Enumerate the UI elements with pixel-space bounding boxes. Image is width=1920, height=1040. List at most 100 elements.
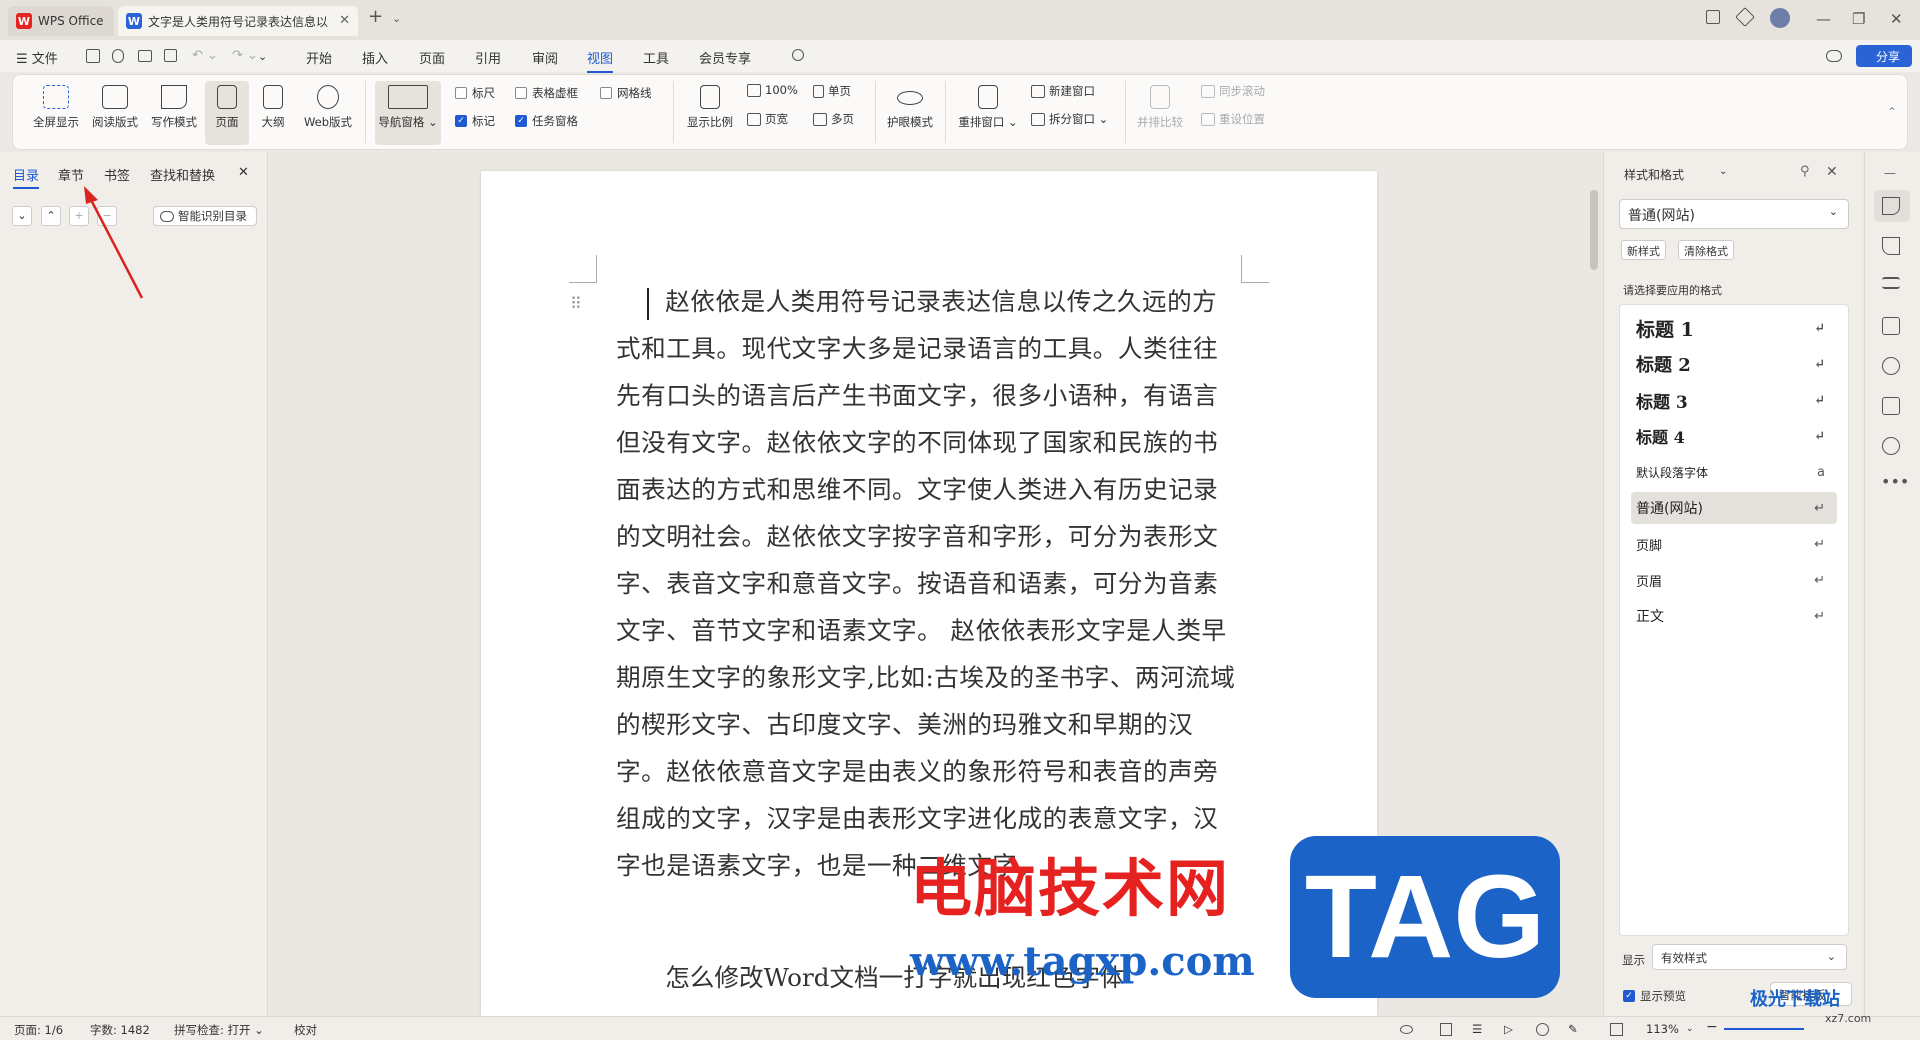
clear-format-button[interactable]: 清除格式 bbox=[1678, 240, 1734, 260]
file-menu[interactable]: ☰ 文件 bbox=[16, 48, 58, 67]
collapse-button[interactable]: ⌄ bbox=[12, 206, 32, 226]
task-pane-checkbox[interactable]: ✓ 任务窗格 bbox=[515, 113, 578, 129]
split-window-button[interactable]: 拆分窗口 ⌄ bbox=[1031, 111, 1108, 127]
single-page-button[interactable]: 单页 bbox=[813, 83, 851, 99]
menu-insert[interactable]: 插入 bbox=[362, 48, 388, 67]
page-indicator[interactable]: 页面: 1/6 bbox=[14, 1022, 63, 1038]
close-pane-icon[interactable]: ✕ bbox=[1826, 164, 1838, 180]
new-window-button[interactable]: 新建窗口 bbox=[1031, 83, 1095, 99]
style-heading-1[interactable]: 标题 1 ↵ bbox=[1631, 312, 1837, 344]
menu-review[interactable]: 审阅 bbox=[532, 48, 558, 67]
zoom-level[interactable]: 113% bbox=[1646, 1022, 1679, 1036]
ribbon-collapse-icon[interactable]: ⌃ bbox=[1887, 105, 1897, 119]
zoom-100-button[interactable]: 100% bbox=[747, 83, 798, 97]
collapse-icon[interactable]: — bbox=[1884, 166, 1896, 180]
current-style-select[interactable]: 普通(网站) ⌄ bbox=[1619, 199, 1849, 229]
print-icon[interactable] bbox=[138, 50, 152, 62]
menu-view[interactable]: 视图 bbox=[587, 48, 614, 73]
menu-page[interactable]: 页面 bbox=[419, 48, 445, 67]
tab-toc[interactable]: 目录 bbox=[13, 165, 40, 189]
proofread-button[interactable]: 校对 bbox=[294, 1022, 317, 1038]
avatar[interactable] bbox=[1770, 8, 1790, 28]
menu-member[interactable]: 会员专享 bbox=[699, 48, 751, 67]
close-pane-icon[interactable]: ✕ bbox=[238, 165, 249, 180]
scrollbar-thumb[interactable] bbox=[1590, 190, 1598, 270]
chevron-down-icon[interactable]: ⌄ bbox=[1686, 1024, 1694, 1034]
style-normal-web[interactable]: 普通(网站) ↵ bbox=[1631, 492, 1837, 524]
eye-care-button[interactable]: 护眼模式 bbox=[881, 81, 939, 130]
menu-home[interactable]: 开始 bbox=[306, 48, 332, 67]
tools-icon[interactable] bbox=[1882, 357, 1900, 375]
save-icon[interactable] bbox=[86, 49, 100, 63]
expand-button[interactable]: ⌃ bbox=[41, 206, 61, 226]
search-icon[interactable] bbox=[792, 49, 804, 61]
share-button[interactable]: 分享 bbox=[1856, 45, 1912, 67]
ruler-checkbox[interactable]: 标尺 bbox=[455, 85, 495, 101]
cloud-icon[interactable] bbox=[1826, 50, 1842, 62]
adjust-sliders-icon[interactable] bbox=[1882, 277, 1900, 289]
show-preview-checkbox[interactable]: ✓ 显示预览 bbox=[1623, 988, 1686, 1004]
play-icon[interactable]: ▷ bbox=[1504, 1022, 1513, 1036]
more-icon[interactable]: ••• bbox=[1881, 472, 1909, 491]
reset-position-button[interactable]: 重设位置 bbox=[1201, 111, 1265, 127]
style-heading-3[interactable]: 标题 3 ↵ bbox=[1631, 384, 1837, 416]
style-footer[interactable]: 页脚 ↵ bbox=[1631, 528, 1837, 560]
style-pen-icon[interactable] bbox=[1882, 197, 1900, 215]
zoom-out-icon[interactable]: − bbox=[1706, 1019, 1718, 1035]
page-width-button[interactable]: 页宽 bbox=[747, 111, 788, 127]
page-view-button[interactable]: 页面 bbox=[205, 81, 249, 145]
print-preview-icon[interactable] bbox=[164, 49, 177, 62]
tab-document[interactable]: W 文字是人类用符号记录表达信息以 ✕ bbox=[118, 6, 358, 36]
spell-check-toggle[interactable]: 拼写检查: 打开 ⌄ bbox=[174, 1022, 264, 1038]
fit-page-icon[interactable] bbox=[1610, 1023, 1623, 1036]
layout-icon[interactable] bbox=[1706, 10, 1720, 24]
more-chevron-icon[interactable]: ⌄ bbox=[258, 50, 267, 63]
minimize-button[interactable]: — bbox=[1816, 10, 1831, 28]
page-view-icon[interactable] bbox=[1440, 1023, 1452, 1036]
link-icon[interactable] bbox=[112, 49, 124, 63]
pen-icon[interactable]: ✎ bbox=[1568, 1022, 1578, 1036]
new-style-button[interactable]: 新样式 bbox=[1621, 240, 1666, 260]
help-icon[interactable] bbox=[1882, 437, 1900, 455]
nav-pane-button[interactable]: 导航窗格 ⌄ bbox=[375, 81, 441, 145]
style-heading-4[interactable]: 标题 4 ↵ bbox=[1631, 420, 1837, 452]
multi-page-button[interactable]: 多页 bbox=[813, 111, 854, 127]
style-body-text[interactable]: 正文 ↵ bbox=[1631, 600, 1837, 632]
globe-icon[interactable] bbox=[1536, 1023, 1549, 1036]
writing-mode-button[interactable]: 写作模式 bbox=[145, 81, 203, 130]
style-header[interactable]: 页眉 ↵ bbox=[1631, 564, 1837, 596]
outline-view-icon[interactable]: ☰ bbox=[1472, 1022, 1482, 1036]
undo-icon[interactable]: ↶ ⌄ bbox=[192, 48, 218, 63]
chevron-down-icon[interactable]: ⌄ bbox=[1719, 166, 1727, 177]
web-layout-button[interactable]: Web版式 bbox=[299, 81, 357, 130]
style-default-font[interactable]: 默认段落字体 a bbox=[1631, 456, 1837, 488]
fullscreen-button[interactable]: 全屏显示 bbox=[27, 81, 85, 130]
format-painter-icon[interactable] bbox=[1882, 317, 1900, 335]
tab-wps-home[interactable]: W WPS Office bbox=[8, 6, 114, 36]
zoom-button[interactable]: 显示比例 bbox=[681, 81, 739, 130]
menu-tools[interactable]: 工具 bbox=[643, 48, 669, 67]
marks-checkbox[interactable]: ✓ 标记 bbox=[455, 113, 495, 129]
table-grid-checkbox[interactable]: 表格虚框 bbox=[515, 85, 578, 101]
close-tab-icon[interactable]: ✕ bbox=[339, 13, 350, 28]
tab-list-button[interactable]: ⌄ bbox=[392, 12, 401, 25]
redo-icon[interactable]: ↷ ⌄ bbox=[232, 48, 258, 63]
pin-icon[interactable]: ⚲ bbox=[1800, 164, 1810, 179]
reading-mode-button[interactable]: 阅读版式 bbox=[86, 81, 144, 130]
style-heading-2[interactable]: 标题 2 ↵ bbox=[1631, 348, 1837, 380]
smart-toc-button[interactable]: 智能识别目录 bbox=[153, 206, 257, 226]
body-paragraph[interactable]: 赵依依是人类用符号记录表达信息以传之久远的方式和工具。现代文字大多是记录语言的工… bbox=[616, 278, 1242, 889]
outline-button[interactable]: 大纲 bbox=[251, 81, 295, 130]
vertical-scrollbar[interactable] bbox=[1588, 152, 1602, 1016]
book-icon[interactable] bbox=[1882, 397, 1900, 415]
zoom-slider[interactable] bbox=[1724, 1028, 1804, 1030]
pane-title[interactable]: 样式和格式 bbox=[1624, 166, 1684, 183]
side-by-side-button[interactable]: 并排比较 bbox=[1131, 81, 1189, 130]
drag-handle-icon[interactable]: ⠿ bbox=[570, 294, 582, 313]
eye-icon[interactable] bbox=[1400, 1025, 1413, 1034]
new-tab-button[interactable]: + bbox=[368, 6, 383, 27]
sync-scroll-button[interactable]: 同步滚动 bbox=[1201, 83, 1265, 99]
select-cursor-icon[interactable] bbox=[1882, 237, 1900, 255]
cube-icon[interactable] bbox=[1735, 7, 1755, 27]
close-window-button[interactable]: ✕ bbox=[1890, 10, 1903, 28]
